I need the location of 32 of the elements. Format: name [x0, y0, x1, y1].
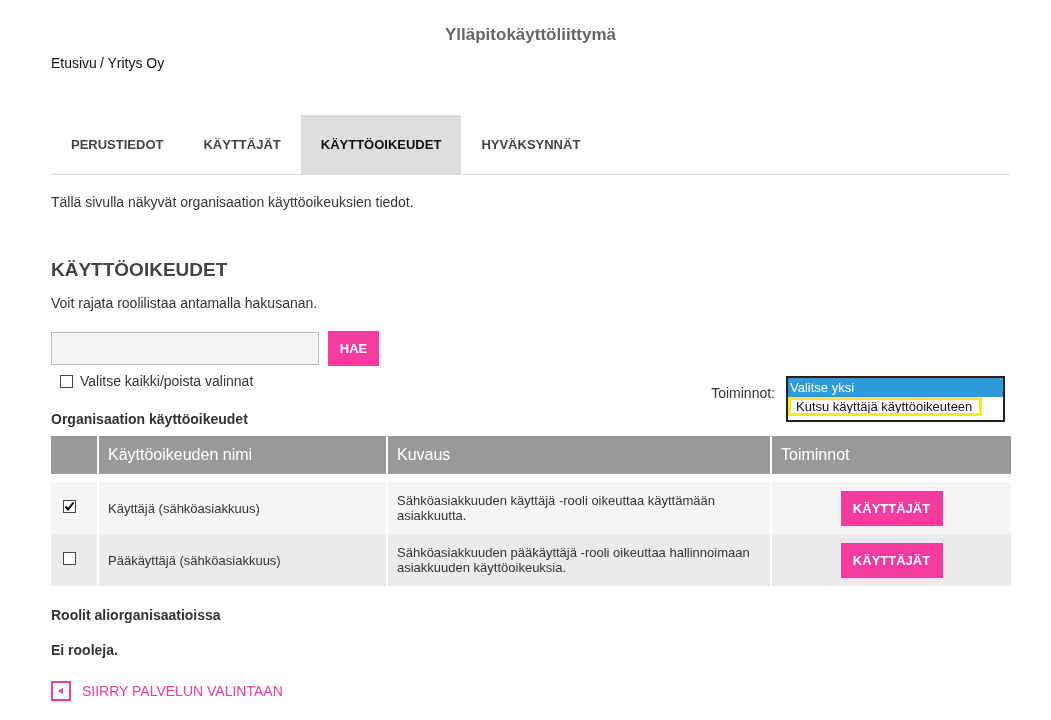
role-description: Sähköasiakkuuden käyttäjä -rooli oikeuttaa käyttämään asiakkuutta.	[397, 493, 715, 523]
checkbox[interactable]	[60, 374, 73, 388]
subheading: Roolit aliorganisaatioissa	[51, 607, 222, 623]
checkbox[interactable]	[63, 500, 76, 513]
column-header: Toiminnot	[771, 436, 1011, 474]
actions-dropdown[interactable]: Valitse yksi Kutsu käyttäjä käyttöoikeuteen	[786, 376, 1005, 422]
intro-text: Tällä sivulla näkyvät organisaation käyttöoikeuksien tiedot.	[51, 194, 415, 210]
page-title: Ylläpitokäyttöliittymä	[444, 24, 617, 45]
back-link[interactable]: SIIRRY PALVELUN VALINTAAN	[51, 681, 283, 701]
role-description: Sähköasiakkuuden pääkäyttäjä -rooli oikeuttaa hallinnoimaan asiakkuuden käyttöoikeuksia.	[397, 545, 750, 575]
column-header: Käyttöoikeuden nimi	[98, 436, 387, 474]
users-button[interactable]: KÄYTTÄJÄT	[840, 490, 943, 526]
breadcrumb-item[interactable]: Etusivu	[51, 55, 97, 71]
empty-text: Ei rooleja.	[51, 642, 119, 658]
actions-label: Toiminnot:	[711, 384, 775, 401]
tab[interactable]: KÄYTTÄJÄT	[183, 115, 301, 174]
breadcrumb-item[interactable]: / Yritys Oy	[99, 55, 165, 71]
users-button[interactable]: KÄYTTÄJÄT	[840, 542, 943, 578]
section-heading: KÄYTTÖOIKEUDET	[51, 259, 229, 281]
checkbox-label: Valitse kaikki/poista valinnat	[80, 373, 254, 389]
column-header: Kuvaus	[387, 436, 771, 474]
dropdown-option[interactable]: Kutsu käyttäjä käyttöoikeuteen	[788, 397, 982, 416]
tab[interactable]: KÄYTTÖOIKEUDET	[300, 115, 462, 174]
role-name: Käyttäjä (sähköasiakkuus)	[108, 500, 260, 516]
role-name: Pääkäyttäjä (sähköasiakkuus)	[108, 552, 281, 568]
tab[interactable]: HYVÄKSYNNÄT	[461, 115, 601, 174]
tab[interactable]: PERUSTIEDOT	[51, 115, 184, 174]
table-caption: Organisaation käyttöoikeudet	[51, 411, 249, 427]
hint-text: Voit rajata roolilistaa antamalla hakusanan.	[51, 295, 319, 311]
search-button[interactable]: HAE	[328, 331, 379, 366]
search-field[interactable]	[51, 332, 319, 365]
checkbox[interactable]	[63, 552, 76, 565]
